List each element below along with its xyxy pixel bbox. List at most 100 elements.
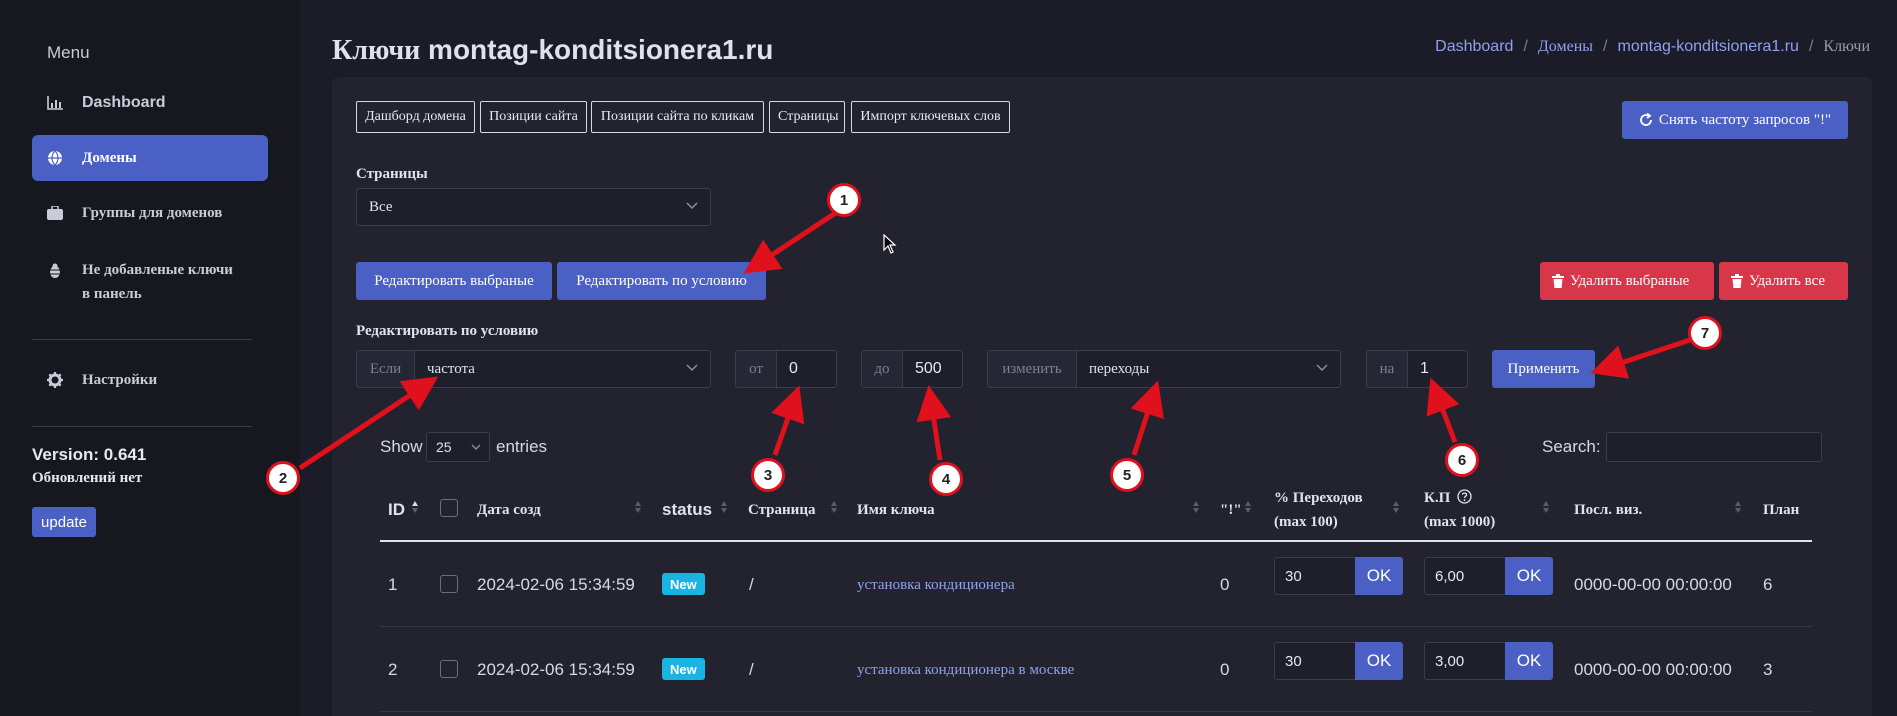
breadcrumb: Dashboard / Домены / montag-konditsioner…: [1435, 38, 1870, 56]
page-title: Ключи montag-konditsionera1.ru: [332, 34, 774, 66]
kp-ok-button[interactable]: OK: [1505, 642, 1553, 680]
sidebar-item-label: Настройки: [82, 371, 158, 388]
page-length-select[interactable]: 25: [426, 432, 490, 462]
chevron-down-icon: [686, 202, 698, 210]
tab-domain-dashboard[interactable]: Дашборд домена: [356, 101, 475, 133]
fetch-frequency-button[interactable]: Снять частоту запросов "!": [1622, 101, 1848, 139]
condition-field-select[interactable]: частота: [414, 350, 711, 388]
breadcrumb-domain[interactable]: montag-konditsionera1.ru: [1618, 38, 1799, 56]
annotation-marker-4: 4: [929, 462, 963, 496]
cell-page: /: [749, 575, 754, 594]
sort-icon: [635, 501, 641, 513]
pages-filter-select[interactable]: Все: [356, 188, 711, 226]
sidebar-divider: [32, 426, 252, 427]
kp-input[interactable]: 3,00: [1424, 642, 1506, 680]
annotation-marker-5: 5: [1110, 458, 1144, 492]
trash-icon: [1731, 274, 1743, 288]
from-input[interactable]: 0: [776, 350, 837, 388]
sort-icon: [1393, 501, 1399, 513]
chevron-down-icon: [1316, 364, 1328, 372]
pages-filter-label: Страницы: [356, 166, 428, 182]
sort-icon: [1543, 501, 1549, 513]
row-divider: [380, 626, 1812, 627]
delete-all-button[interactable]: Удалить все: [1719, 262, 1848, 300]
kp-input[interactable]: 6,00: [1424, 557, 1506, 595]
transitions-ok-button[interactable]: OK: [1355, 642, 1403, 680]
row-checkbox[interactable]: [440, 575, 458, 593]
column-header-plan[interactable]: План: [1763, 498, 1799, 522]
chevron-down-icon: [471, 444, 481, 450]
breadcrumb-domains[interactable]: Домены: [1538, 38, 1593, 56]
column-header-last-visit[interactable]: Посл. виз.: [1574, 498, 1642, 522]
column-header-page[interactable]: Страница: [748, 498, 815, 522]
mouse-cursor-icon: [883, 234, 897, 254]
annotation-marker-2: 2: [266, 461, 300, 495]
entries-label: entries: [496, 437, 548, 456]
briefcase-icon: [46, 204, 64, 222]
sidebar-item-settings[interactable]: Настройки: [32, 357, 268, 403]
edit-selected-button[interactable]: Редактировать выбраные: [356, 262, 552, 300]
sidebar-item-label: Не добавленые ключи в панель: [82, 262, 233, 302]
updates-status: Обновлений нет: [32, 470, 143, 486]
transitions-input[interactable]: 30: [1274, 557, 1356, 595]
annotation-marker-1: 1: [827, 183, 861, 217]
tab-import-keywords[interactable]: Импорт ключевых слов: [851, 101, 1010, 133]
cell-exclamation: 0: [1220, 660, 1230, 679]
breadcrumb-current: Ключи: [1823, 38, 1870, 55]
condition-label: Редактировать по условию: [356, 323, 539, 339]
cell-last-visit: 0000-00-00 00:00:00: [1574, 660, 1732, 679]
edit-by-condition-button[interactable]: Редактировать по условию: [557, 262, 766, 300]
annotation-marker-7: 7: [1688, 316, 1722, 350]
sidebar: Menu Dashboard Домены Группы для доменов…: [0, 0, 300, 716]
delete-selected-button[interactable]: Удалить выбраные: [1540, 262, 1714, 300]
tab-pages[interactable]: Страницы: [769, 101, 845, 133]
sort-icon: [721, 501, 727, 513]
select-all-checkbox[interactable]: [440, 499, 458, 517]
sidebar-divider: [32, 339, 252, 340]
on-addon: на: [1366, 350, 1408, 388]
if-addon: Если: [356, 350, 415, 388]
sidebar-item-domains[interactable]: Домены: [32, 135, 268, 181]
help-icon[interactable]: [1457, 489, 1472, 504]
update-button[interactable]: update: [32, 507, 96, 537]
row-checkbox[interactable]: [440, 660, 458, 678]
sort-icon: [1735, 501, 1741, 513]
transitions-ok-button[interactable]: OK: [1355, 557, 1403, 595]
to-addon: до: [861, 350, 903, 388]
sidebar-item-dashboard[interactable]: Dashboard: [32, 80, 268, 126]
show-label: Show: [380, 437, 423, 456]
key-name-link[interactable]: установка кондиционера в москве: [857, 662, 1074, 679]
column-header-exclamation[interactable]: "!": [1220, 498, 1242, 522]
on-input[interactable]: 1: [1407, 350, 1468, 388]
sidebar-item-label: Dashboard: [82, 94, 166, 111]
sort-icon: [831, 501, 837, 513]
cell-plan: 3: [1763, 660, 1773, 679]
column-header-date[interactable]: Дата созд: [477, 498, 541, 522]
column-header-status[interactable]: status: [662, 498, 712, 522]
sort-asc-icon: [412, 501, 418, 513]
apply-button[interactable]: Применить: [1492, 350, 1595, 388]
change-field-select[interactable]: переходы: [1076, 350, 1341, 388]
cell-last-visit: 0000-00-00 00:00:00: [1574, 575, 1732, 594]
row-divider: [380, 711, 1812, 712]
column-header-id[interactable]: ID: [388, 498, 405, 522]
kp-ok-button[interactable]: OK: [1505, 557, 1553, 595]
column-header-kp[interactable]: К.П (max 1000): [1424, 486, 1495, 534]
status-badge: New: [662, 658, 705, 680]
breadcrumb-dashboard[interactable]: Dashboard: [1435, 38, 1513, 56]
cell-exclamation: 0: [1220, 575, 1230, 594]
search-input[interactable]: [1606, 432, 1822, 462]
column-header-key-name[interactable]: Имя ключа: [857, 498, 935, 522]
key-name-link[interactable]: установка кондиционера: [857, 577, 1015, 594]
annotation-marker-6: 6: [1445, 443, 1479, 477]
to-input[interactable]: 500: [902, 350, 963, 388]
transitions-input[interactable]: 30: [1274, 642, 1356, 680]
tab-site-positions[interactable]: Позиции сайта: [480, 101, 587, 133]
sidebar-item-domain-groups[interactable]: Группы для доменов: [32, 190, 268, 236]
column-header-transitions[interactable]: % Переходов (max 100): [1274, 486, 1363, 534]
table-header-divider: [380, 540, 1812, 542]
cell-plan: 6: [1763, 575, 1773, 594]
tab-positions-by-clicks[interactable]: Позиции сайта по кликам: [591, 101, 764, 133]
sidebar-item-missing-keys[interactable]: Не добавленые ключи в панель: [32, 244, 268, 308]
status-badge: New: [662, 573, 705, 595]
